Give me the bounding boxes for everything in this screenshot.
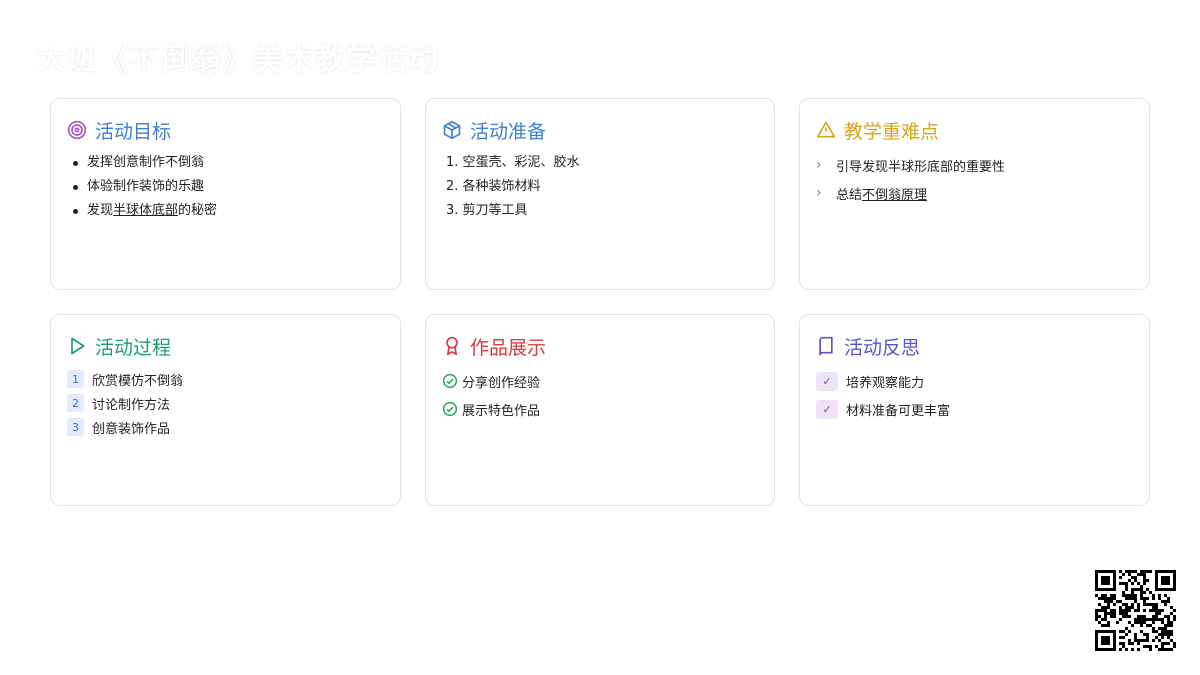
card-header: 活动过程 — [67, 333, 384, 359]
item-text: 分享创作经验 — [462, 375, 541, 391]
card-grid: 活动目标 发挥创意制作不倒翁 体验制作装饰的乐趣 发现半球体底部的秘密 活动准备… — [50, 98, 1150, 506]
qr-code-icon — [1095, 570, 1176, 651]
item-text: 展示特色作品 — [462, 403, 541, 419]
card-header: 作品展示 — [442, 333, 758, 359]
card-header: 活动反思 — [816, 333, 1133, 359]
chevron-right-icon: › — [816, 157, 822, 173]
box-icon — [442, 120, 462, 140]
list-item: 1. 空蛋壳、彩泥、胶水 — [446, 155, 580, 170]
list-item: ✓ 培养观察能力 — [816, 367, 1133, 395]
item-text: 的秘密 — [178, 203, 218, 218]
step-number: 1 — [67, 370, 84, 388]
award-icon — [442, 336, 462, 356]
card-header: 活动目标 — [67, 117, 384, 143]
list-item: 分享创作经验 — [442, 367, 758, 395]
card-title: 活动反思 — [844, 336, 921, 359]
card-title: 教学重难点 — [844, 120, 940, 143]
list-item: 2. 各种装饰材料 — [446, 179, 541, 194]
list-item: 发挥创意制作不倒翁 — [67, 151, 384, 175]
card-header: 活动准备 — [442, 117, 758, 143]
process-list: 1 欣赏模仿不倒翁 2 讨论制作方法 3 创意装饰作品 — [67, 367, 384, 439]
check-icon: ✓ — [816, 371, 838, 391]
card-title: 活动过程 — [95, 336, 172, 359]
card-title: 活动目标 — [95, 120, 172, 143]
card-reflection: 活动反思 ✓ 培养观察能力 ✓ 材料准备可更丰富 — [799, 314, 1150, 506]
card-prep: 活动准备 1. 空蛋壳、彩泥、胶水 2. 各种装饰材料 3. 剪刀等工具 — [425, 98, 775, 290]
list-item: 发现半球体底部的秘密 — [67, 199, 384, 223]
showcase-list: 分享创作经验 展示特色作品 — [442, 367, 758, 423]
check-circle-icon — [442, 401, 458, 417]
list-item: › 总结 不倒翁原理 — [816, 179, 1133, 207]
item-text: 发挥创意制作不倒翁 — [87, 155, 205, 170]
key-list: › 引导发现半球形底部的重要性 › 总结 不倒翁原理 — [816, 151, 1133, 207]
item-text: 材料准备可更丰富 — [846, 403, 951, 419]
list-item: ✓ 材料准备可更丰富 — [816, 395, 1133, 423]
card-process: 活动过程 1 欣赏模仿不倒翁 2 讨论制作方法 3 创意装饰作品 — [50, 314, 401, 506]
item-text: 总结 — [836, 187, 863, 203]
step-number: 3 — [67, 418, 84, 436]
card-header: 教学重难点 — [816, 117, 1133, 143]
goal-list: 发挥创意制作不倒翁 体验制作装饰的乐趣 发现半球体底部的秘密 — [67, 151, 384, 223]
play-icon — [67, 336, 87, 356]
card-goals: 活动目标 发挥创意制作不倒翁 体验制作装饰的乐趣 发现半球体底部的秘密 — [50, 98, 401, 290]
target-icon — [67, 120, 87, 140]
list-item: 2 讨论制作方法 — [67, 391, 384, 415]
list-item: 展示特色作品 — [442, 395, 758, 423]
item-text: 体验制作装饰的乐趣 — [87, 179, 205, 194]
list-item: 3 创意装饰作品 — [67, 415, 384, 439]
list-item: 体验制作装饰的乐趣 — [67, 175, 384, 199]
list-item: 1 欣赏模仿不倒翁 — [67, 367, 384, 391]
item-text: 欣赏模仿不倒翁 — [92, 373, 184, 389]
card-showcase: 作品展示 分享创作经验 展示特色作品 — [425, 314, 775, 506]
item-text: 培养观察能力 — [846, 375, 925, 391]
page-title: 大班《不倒翁》美术教学活动 — [36, 42, 439, 77]
check-circle-icon — [442, 373, 458, 389]
card-title: 活动准备 — [470, 120, 547, 143]
underlined-term: 不倒翁原理 — [862, 187, 928, 203]
item-text: 讨论制作方法 — [92, 397, 171, 413]
step-number: 2 — [67, 394, 84, 412]
warning-icon — [816, 120, 836, 140]
list-item: 3. 剪刀等工具 — [446, 203, 528, 218]
item-text: 创意装饰作品 — [92, 421, 171, 437]
prep-list: 1. 空蛋壳、彩泥、胶水 2. 各种装饰材料 3. 剪刀等工具 — [442, 151, 758, 223]
list-item: › 引导发现半球形底部的重要性 — [816, 151, 1133, 179]
card-key-points: 教学重难点 › 引导发现半球形底部的重要性 › 总结 不倒翁原理 — [799, 98, 1150, 290]
item-text: 发现 — [87, 203, 114, 218]
underlined-term: 半球体底部 — [113, 203, 179, 218]
reflection-list: ✓ 培养观察能力 ✓ 材料准备可更丰富 — [816, 367, 1133, 423]
book-icon — [816, 336, 836, 356]
card-title: 作品展示 — [470, 336, 547, 359]
check-icon: ✓ — [816, 399, 838, 419]
chevron-right-icon: › — [816, 185, 822, 201]
item-text: 引导发现半球形底部的重要性 — [836, 159, 1006, 175]
